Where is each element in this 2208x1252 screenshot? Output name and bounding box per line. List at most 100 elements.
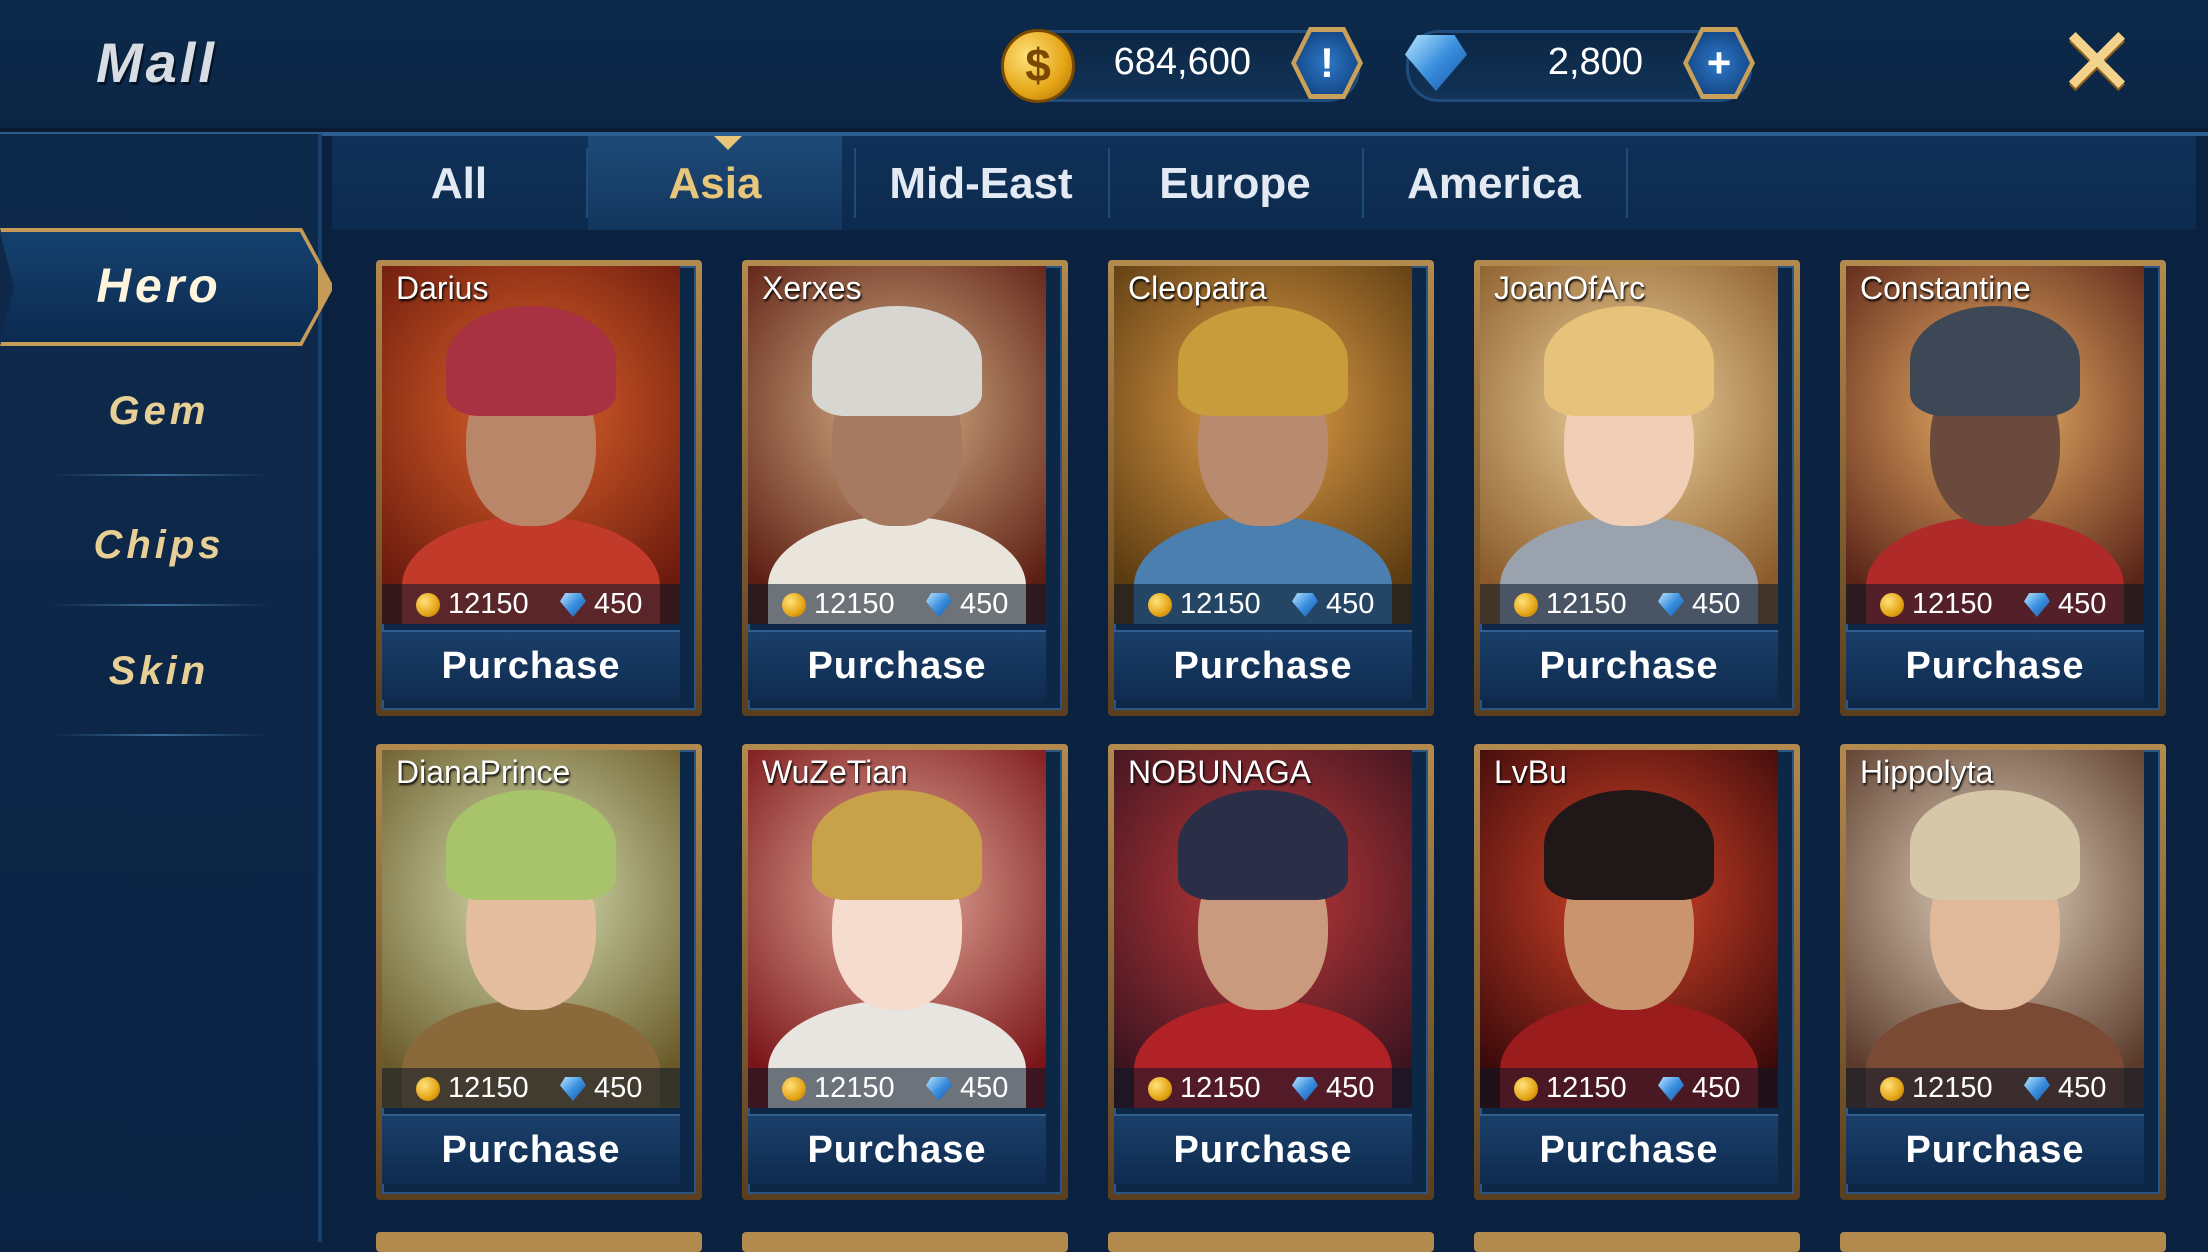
gem-icon <box>926 593 952 617</box>
gem-price: 450 <box>1692 588 1741 620</box>
purchase-button[interactable]: Purchase <box>748 630 1046 700</box>
gold-coin-icon <box>1880 1077 1904 1101</box>
purchase-button[interactable]: Purchase <box>382 1114 680 1184</box>
gold-price: 12150 <box>1546 588 1627 620</box>
hero-portrait: Xerxes <box>748 266 1046 624</box>
gem-price: 450 <box>1326 588 1375 620</box>
top-bar: Mall $ 684,600 ! 2,800 + ✕ <box>0 0 2208 136</box>
gem-icon <box>1658 1077 1684 1101</box>
hero-card[interactable]: Darius 12150 450 Purchase <box>376 260 702 716</box>
gold-price: 12150 <box>814 1072 895 1104</box>
hero-card[interactable]: Xerxes 12150 450 Purchase <box>742 260 1068 716</box>
divider <box>50 734 270 736</box>
gold-balance: $ 684,600 ! <box>1001 27 1363 103</box>
gold-price: 12150 <box>1912 588 1993 620</box>
sidebar-item-label: Hero <box>96 260 222 313</box>
tab-europe[interactable]: Europe <box>1110 136 1360 230</box>
gold-coin-icon <box>782 593 806 617</box>
hero-price: 12150 450 <box>1114 1068 1412 1108</box>
hero-card[interactable]: Cleopatra 12150 450 Purchase <box>1108 260 1434 716</box>
gold-coin-icon <box>416 593 440 617</box>
gold-coin-icon <box>416 1077 440 1101</box>
tab-asia[interactable]: Asia <box>588 136 842 230</box>
hero-name: Cleopatra <box>1128 270 1267 306</box>
sidebar-item-skin[interactable]: Skin <box>0 626 318 716</box>
hero-card[interactable]: Hippolyta 12150 450 Purchase <box>1840 744 2166 1200</box>
sidebar-item-gem[interactable]: Gem <box>0 366 318 456</box>
gold-info-button[interactable]: ! <box>1291 27 1363 99</box>
gem-icon <box>1292 1077 1318 1101</box>
page-title: Mall <box>96 31 217 94</box>
close-icon: ✕ <box>2056 9 2138 116</box>
purchase-button[interactable]: Purchase <box>1480 630 1778 700</box>
hero-card[interactable]: DianaPrince 12150 450 Purchase <box>376 744 702 1200</box>
hero-card[interactable]: WuZeTian 12150 450 Purchase <box>742 744 1068 1200</box>
hero-card-partial <box>1108 1232 1434 1252</box>
sidebar-item-chips[interactable]: Chips <box>0 500 318 590</box>
gem-icon <box>1405 35 1467 91</box>
purchase-button[interactable]: Purchase <box>748 1114 1046 1184</box>
tab-all[interactable]: All <box>332 136 586 230</box>
gem-price: 450 <box>2058 1072 2107 1104</box>
gem-price: 450 <box>1326 1072 1375 1104</box>
hero-card[interactable]: JoanOfArc 12150 450 Purchase <box>1474 260 1800 716</box>
purchase-button[interactable]: Purchase <box>1114 1114 1412 1184</box>
gem-balance: 2,800 + <box>1405 27 1755 102</box>
gem-icon <box>1658 593 1684 617</box>
gold-coin-icon <box>782 1077 806 1101</box>
hero-price: 12150 450 <box>1846 584 2144 624</box>
tab-divider <box>1626 148 1628 218</box>
close-button[interactable]: ✕ <box>2054 15 2140 111</box>
hero-price: 12150 450 <box>382 1068 680 1108</box>
hero-portrait: Cleopatra <box>1114 266 1412 624</box>
exclamation-icon: ! <box>1296 32 1358 94</box>
hero-card-partial <box>742 1232 1068 1252</box>
gold-coin-icon <box>1514 1077 1538 1101</box>
hero-portrait: DianaPrince <box>382 750 680 1108</box>
hero-price: 12150 450 <box>1480 1068 1778 1108</box>
purchase-button[interactable]: Purchase <box>1846 1114 2144 1184</box>
hero-price: 12150 450 <box>748 584 1046 624</box>
purchase-button[interactable]: Purchase <box>1114 630 1412 700</box>
plus-icon: + <box>1688 32 1750 94</box>
hero-price: 12150 450 <box>1846 1068 2144 1108</box>
category-sidebar: Hero Gem Chips Skin <box>0 134 334 1242</box>
hero-portrait: Constantine <box>1846 266 2144 624</box>
gem-amount: 2,800 <box>1547 41 1643 83</box>
gem-price: 450 <box>960 1072 1009 1104</box>
hero-card[interactable]: LvBu 12150 450 Purchase <box>1474 744 1800 1200</box>
gem-icon <box>560 593 586 617</box>
selected-tab-indicator <box>714 136 742 150</box>
hero-portrait: LvBu <box>1480 750 1778 1108</box>
hero-portrait: Darius <box>382 266 680 624</box>
tab-america[interactable]: America <box>1364 136 1624 230</box>
tab-mid-east[interactable]: Mid-East <box>856 136 1106 230</box>
gold-price: 12150 <box>1546 1072 1627 1104</box>
sidebar-item-hero[interactable]: Hero <box>0 232 318 342</box>
purchase-button[interactable]: Purchase <box>382 630 680 700</box>
hero-name: Constantine <box>1860 270 2031 306</box>
gold-price: 12150 <box>448 1072 529 1104</box>
gold-coin-icon <box>1148 1077 1172 1101</box>
gem-price: 450 <box>2058 588 2107 620</box>
add-gems-button[interactable]: + <box>1683 27 1755 99</box>
gem-price: 450 <box>960 588 1009 620</box>
purchase-button[interactable]: Purchase <box>1480 1114 1778 1184</box>
divider <box>50 474 270 476</box>
hero-card-partial <box>1840 1232 2166 1252</box>
hero-name: DianaPrince <box>396 754 571 790</box>
hero-portrait: JoanOfArc <box>1480 266 1778 624</box>
hero-name: Hippolyta <box>1860 754 1994 790</box>
hero-card[interactable]: Constantine 12150 450 Purchase <box>1840 260 2166 716</box>
gold-coin-icon: $ <box>1001 29 1075 103</box>
hero-portrait: Hippolyta <box>1846 750 2144 1108</box>
gem-icon <box>2024 1077 2050 1101</box>
purchase-button[interactable]: Purchase <box>1846 630 2144 700</box>
gem-price: 450 <box>1692 1072 1741 1104</box>
gold-price: 12150 <box>1180 588 1261 620</box>
hero-price: 12150 450 <box>748 1068 1046 1108</box>
gold-price: 12150 <box>814 588 895 620</box>
hero-name: JoanOfArc <box>1494 270 1646 306</box>
gold-coin-icon <box>1514 593 1538 617</box>
hero-card[interactable]: NOBUNAGA 12150 450 Purchase <box>1108 744 1434 1200</box>
